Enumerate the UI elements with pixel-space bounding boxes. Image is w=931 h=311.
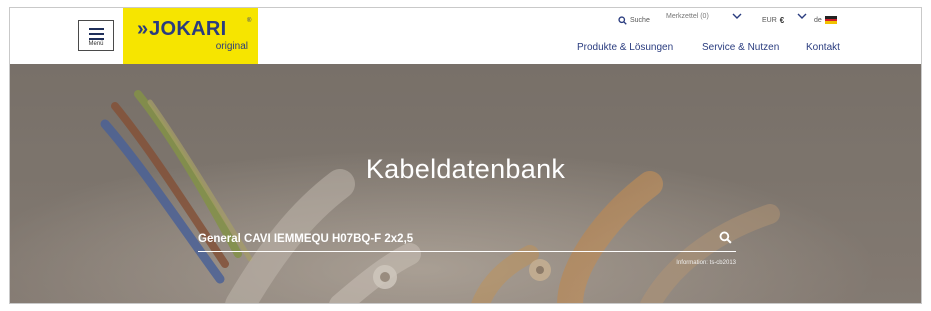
german-flag-icon bbox=[824, 16, 837, 24]
site-header: Menü » JOKARI ® original Suche Merkzettel… bbox=[10, 8, 921, 64]
search-submit-icon[interactable] bbox=[719, 231, 732, 244]
menu-button[interactable]: Menü bbox=[78, 20, 114, 51]
cable-search-input[interactable] bbox=[198, 229, 698, 249]
logo-registered-mark: ® bbox=[247, 18, 252, 24]
nav-service[interactable]: Service & Nutzen bbox=[702, 42, 779, 53]
cable-search-box bbox=[198, 227, 736, 252]
info-code: Information: ts-cb2013 bbox=[676, 260, 736, 266]
nav-contact[interactable]: Kontakt bbox=[806, 42, 840, 53]
page-frame: Menü » JOKARI ® original Suche Merkzettel… bbox=[9, 7, 922, 304]
nav-products-solutions[interactable]: Produkte & Lösungen bbox=[577, 42, 673, 53]
chevron-down-icon bbox=[797, 13, 807, 19]
search-label: Suche bbox=[630, 16, 650, 24]
currency-dropdown[interactable] bbox=[796, 11, 808, 25]
logo-brand: JOKARI bbox=[149, 18, 227, 40]
header-search-link[interactable]: Suche bbox=[618, 13, 650, 27]
search-icon bbox=[618, 15, 627, 25]
hero-banner: Kabeldatenbank Information: ts-cb2013 bbox=[10, 64, 921, 303]
page-title: Kabeldatenbank bbox=[365, 154, 566, 184]
logo-wordmark: » JOKARI bbox=[137, 18, 227, 41]
watchlist-link[interactable]: Merkzettel (0) bbox=[666, 13, 709, 27]
chevron-down-icon bbox=[732, 13, 742, 19]
menu-label: Menü bbox=[88, 41, 104, 47]
watchlist-dropdown[interactable] bbox=[731, 11, 743, 25]
logo-subtitle: original bbox=[215, 41, 248, 52]
currency-symbol: € bbox=[779, 15, 785, 25]
jokari-logo[interactable]: » JOKARI ® original bbox=[123, 8, 258, 64]
language-label: de bbox=[814, 16, 822, 24]
currency-label: EUR bbox=[762, 16, 777, 24]
currency-selector[interactable]: EUR € bbox=[762, 13, 784, 27]
language-selector[interactable]: de bbox=[814, 13, 837, 27]
logo-chevrons: » bbox=[137, 18, 148, 40]
